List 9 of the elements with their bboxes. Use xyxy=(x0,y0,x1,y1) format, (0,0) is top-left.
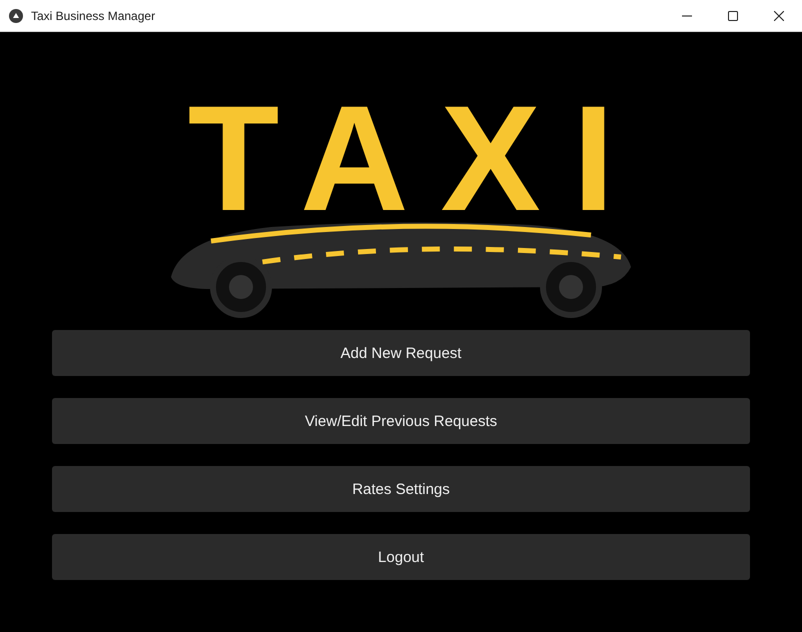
logo-text: TAXI xyxy=(186,102,646,214)
menu-button[interactable]: Logout xyxy=(52,534,750,580)
app-icon xyxy=(9,8,23,22)
maximize-icon xyxy=(728,10,738,20)
menu-button[interactable]: Rates Settings xyxy=(52,466,750,512)
menu-button[interactable]: Add New Request xyxy=(52,330,750,376)
window-title: Taxi Business Manager xyxy=(31,8,156,22)
close-icon xyxy=(774,10,784,20)
menu-button[interactable]: View/Edit Previous Requests xyxy=(52,398,750,444)
